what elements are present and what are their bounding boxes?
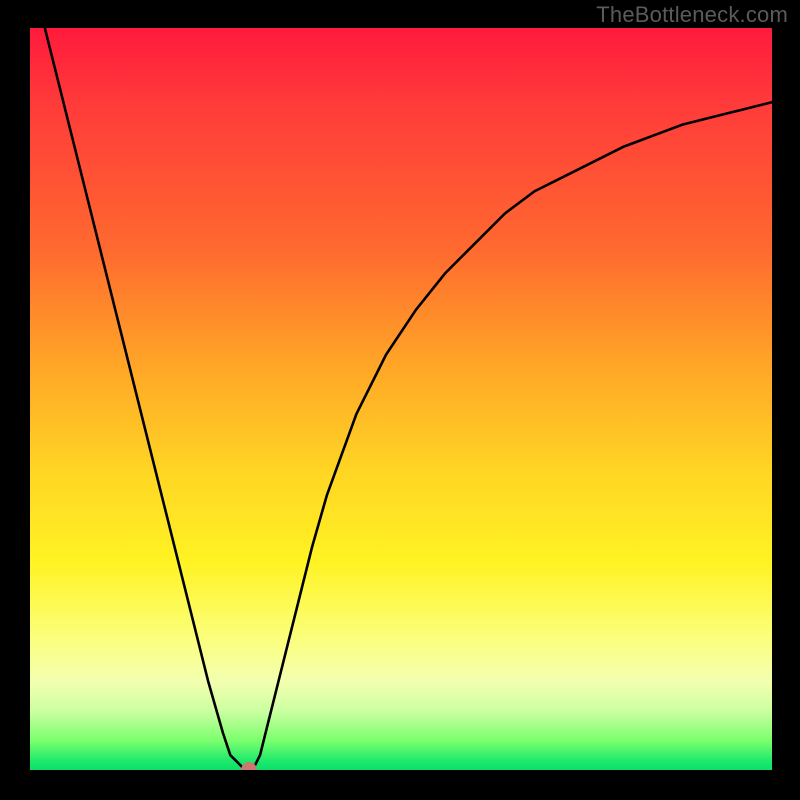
plot-area: [30, 28, 772, 770]
chart-frame: TheBottleneck.com: [0, 0, 800, 800]
curve-path: [30, 28, 772, 770]
watermark-label: TheBottleneck.com: [596, 2, 788, 28]
bottleneck-curve: [30, 28, 772, 770]
